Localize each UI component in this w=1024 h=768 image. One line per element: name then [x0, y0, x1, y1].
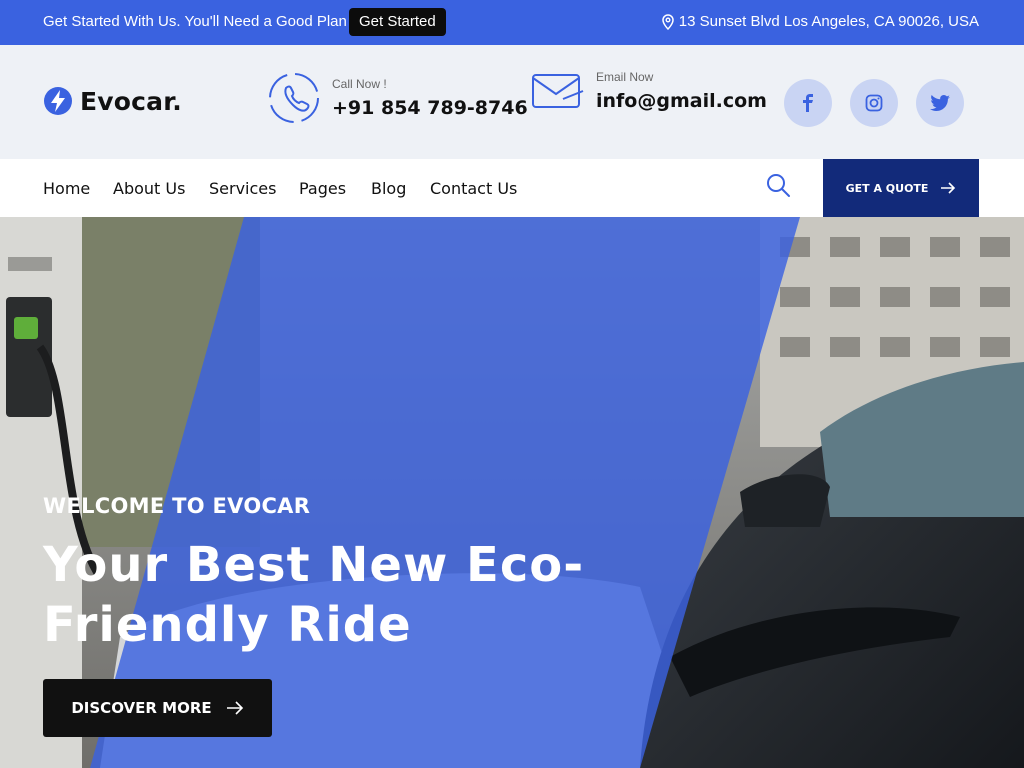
arrow-right-icon	[226, 701, 243, 715]
hero-banner: WELCOME TO EVOCAR Your Best New Eco-Frie…	[0, 217, 1024, 768]
hero-title: Your Best New Eco-Friendly Ride	[43, 537, 585, 653]
location-pin-icon	[662, 13, 674, 30]
nav-item-pages[interactable]: Pages	[299, 179, 346, 198]
twitter-button[interactable]	[916, 79, 964, 127]
top-bar: Get Started With Us. You'll Need a Good …	[0, 0, 1024, 45]
hero-eyebrow: WELCOME TO EVOCAR	[43, 494, 311, 518]
bolt-logo-icon	[44, 87, 72, 115]
promo-text: Get Started With Us. You'll Need a Good …	[43, 13, 347, 30]
nav-item-contact-us[interactable]: Contact Us	[430, 179, 517, 198]
brand-name: Evocar.	[80, 86, 182, 116]
instagram-button[interactable]	[850, 79, 898, 127]
discover-more-button[interactable]: DISCOVER MORE	[43, 679, 272, 737]
quote-label: GET A QUOTE	[845, 181, 929, 195]
discover-label: DISCOVER MORE	[71, 699, 212, 717]
address-text: 13 Sunset Blvd Los Angeles, CA 90026, US…	[678, 13, 979, 30]
logo[interactable]: Evocar.	[42, 85, 182, 117]
header: Evocar. Call Now ! +91 854 789-8746 Emai…	[0, 45, 1024, 159]
envelope-icon	[532, 74, 584, 108]
nav-item-blog[interactable]: Blog	[371, 179, 406, 198]
phone-label: Call Now !	[332, 77, 387, 91]
nav-item-services[interactable]: Services	[209, 179, 276, 198]
arrow-right-icon	[941, 182, 956, 194]
nav-item-home[interactable]: Home	[43, 179, 90, 198]
facebook-icon	[803, 94, 813, 112]
search-icon	[767, 174, 790, 197]
email-address: info@gmail.com	[596, 90, 767, 112]
get-a-quote-button[interactable]: GET A QUOTE	[823, 159, 979, 217]
get-started-button[interactable]: Get Started	[349, 8, 446, 36]
nav-item-about-us[interactable]: About Us	[113, 179, 185, 198]
email-contact[interactable]: Email Now info@gmail.com	[530, 69, 767, 113]
address-link[interactable]: 13 Sunset Blvd Los Angeles, CA 90026, US…	[661, 13, 979, 30]
phone-icon	[269, 73, 319, 123]
phone-number: +91 854 789-8746	[332, 97, 528, 119]
main-nav: Home About Us Services Pages Blog Contac…	[0, 159, 1024, 217]
email-label: Email Now	[596, 70, 654, 84]
instagram-icon	[865, 94, 883, 112]
twitter-icon	[930, 95, 950, 111]
search-button[interactable]	[765, 172, 791, 203]
phone-contact[interactable]: Call Now ! +91 854 789-8746	[266, 69, 528, 127]
facebook-button[interactable]	[784, 79, 832, 127]
